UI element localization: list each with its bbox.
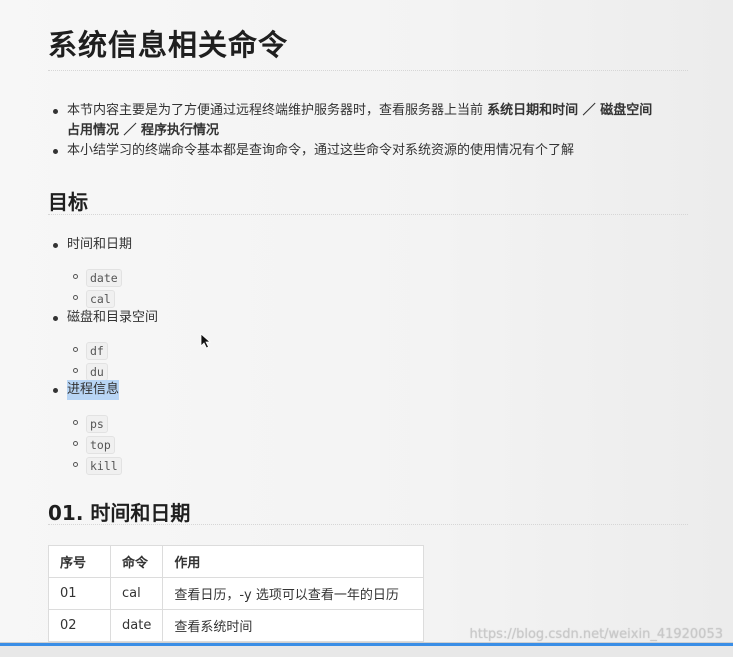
- section-divider: [48, 524, 688, 525]
- table-cell: 01: [48, 577, 111, 610]
- intro-bold-1: 系统日期和时间 ／ 磁盘空间: [487, 103, 653, 118]
- table-header: 序号: [48, 545, 111, 578]
- bullet-dot: [53, 388, 58, 393]
- table-row: 02 date 查看系统时间: [48, 609, 425, 642]
- command-code: kill: [86, 457, 122, 475]
- command-code: date: [86, 269, 122, 287]
- sub-bullet-ring: [73, 462, 78, 467]
- command-code: top: [86, 436, 115, 454]
- command-table: 序号 命令 作用 01 cal 查看日历，-y 选项可以查看一年的日历 02 d…: [48, 545, 425, 642]
- sub-bullet-ring: [73, 274, 78, 279]
- table-cell: 02: [48, 609, 111, 642]
- command-code: du: [86, 363, 108, 381]
- table-header: 作用: [162, 545, 425, 578]
- mouse-cursor-icon: [200, 333, 212, 349]
- intro-bold-2: 占用情况 ／ 程序执行情况: [67, 123, 220, 138]
- bullet-dot: [53, 316, 58, 321]
- sub-bullet-ring: [73, 295, 78, 300]
- sub-bullet-ring: [73, 347, 78, 352]
- sub-bullet-ring: [73, 441, 78, 446]
- table-row: 01 cal 查看日历，-y 选项可以查看一年的日历: [48, 577, 425, 610]
- title-divider: [48, 70, 688, 71]
- document-page: 系统信息相关命令 本节内容主要是为了方便通过远程终端维护服务器时，查看服务器上当…: [0, 0, 733, 657]
- intro-text: 本节内容主要是为了方便通过远程终端维护服务器时，查看服务器上当前: [67, 103, 484, 118]
- table-header-row: 序号 命令 作用: [48, 545, 425, 578]
- table-header: 命令: [109, 545, 164, 578]
- table-cell: 查看系统时间: [162, 609, 425, 642]
- command-code: ps: [86, 415, 108, 433]
- bullet-dot: [53, 243, 58, 248]
- bullet-dot: [53, 109, 58, 114]
- goals-divider: [48, 214, 688, 215]
- intro-item-1: 本节内容主要是为了方便通过远程终端维护服务器时，查看服务器上当前 系统日期和时间…: [67, 101, 652, 121]
- command-code: df: [86, 342, 108, 360]
- watermark: https://blog.csdn.net/weixin_41920053: [469, 627, 723, 642]
- intro-item-1-cont: 占用情况 ／ 程序执行情况: [67, 121, 219, 141]
- progress-line: [0, 643, 733, 646]
- sub-bullet-ring: [73, 420, 78, 425]
- intro-item-2: 本小结学习的终端命令基本都是查询命令，通过这些命令对系统资源的使用情况有个了解: [67, 143, 575, 158]
- bottom-bar: [0, 642, 733, 657]
- command-code: cal: [86, 290, 115, 308]
- goal-group-label: 时间和日期: [67, 237, 133, 252]
- section-heading: 01. 时间和日期: [48, 501, 191, 525]
- table-cell: 查看日历，-y 选项可以查看一年的日历: [162, 577, 425, 610]
- table-cell: cal: [109, 577, 164, 610]
- bullet-dot: [53, 149, 58, 154]
- goal-group-label: 磁盘和目录空间: [67, 310, 159, 325]
- goal-group-label-selected[interactable]: 进程信息: [67, 380, 120, 400]
- table-cell: date: [109, 609, 164, 642]
- goals-heading: 目标: [48, 190, 88, 214]
- page-title: 系统信息相关命令: [48, 28, 289, 62]
- sub-bullet-ring: [73, 368, 78, 373]
